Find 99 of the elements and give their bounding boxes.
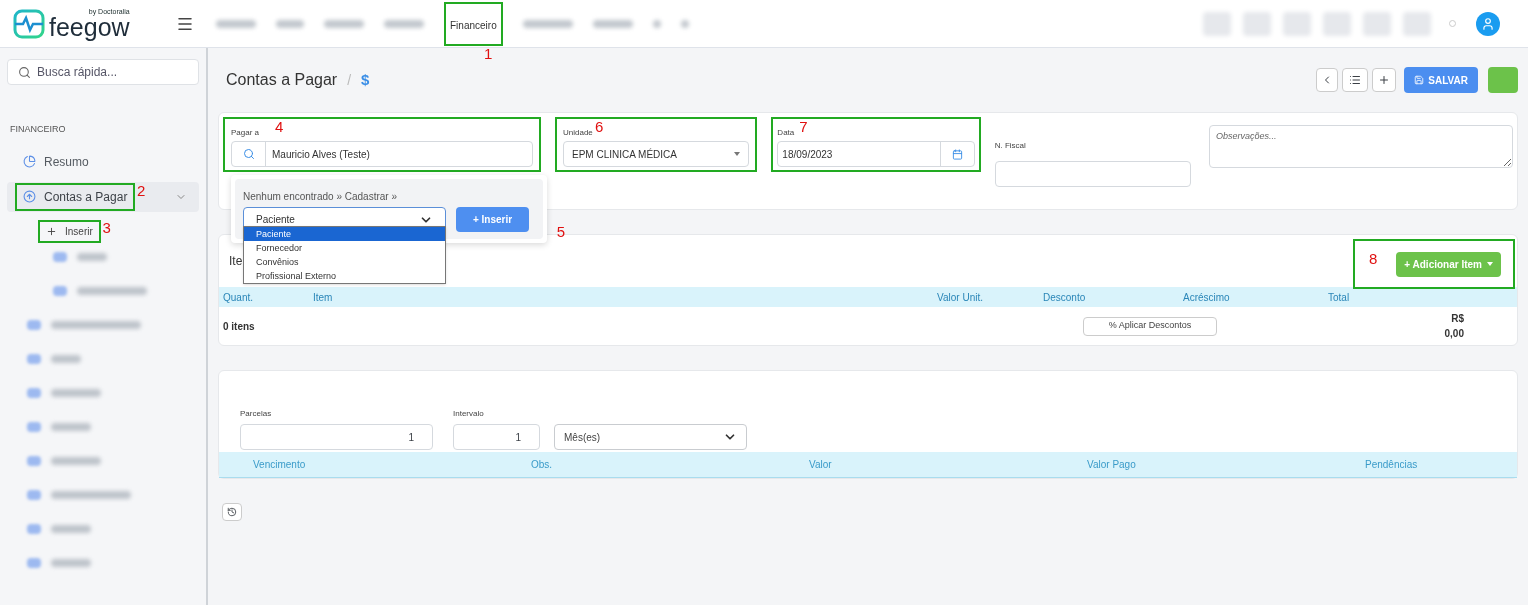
blurred-toolbar-icon[interactable] [1283,11,1311,36]
callout-number: 3 [102,220,111,235]
blurred-icon [53,285,67,296]
blurred-text [680,19,689,28]
notes-field[interactable]: Observações... [1209,125,1513,168]
date-field[interactable]: 18/09/2023 [777,141,975,167]
callout-number: 6 [595,119,604,134]
blurred-icon [27,387,41,398]
blurred-text [51,558,91,567]
upload-icon [23,190,36,203]
blurred-icon [27,557,41,568]
save-icon [1414,75,1425,85]
caret-icon [734,152,741,156]
blurred-text [216,19,256,28]
field-label: Unidade [563,129,594,137]
section-title: FINANCEIRO [10,123,67,136]
blurred-text [652,19,661,28]
column-header: Valor [809,458,833,473]
callout-number: 7 [799,119,808,134]
column-header: Total [1327,291,1351,305]
breadcrumb-separator: / [347,70,352,90]
field-label: N. Fiscal [994,141,1026,150]
dropdown-option[interactable]: Paciente [244,227,445,241]
blurred-icon [27,455,41,466]
calendar-icon [951,148,963,160]
blurred-toolbar-icon[interactable] [1323,11,1351,36]
field-label: Parcelas [240,408,273,421]
blurred-text [51,456,101,465]
total-value: R$ 0,00 [1443,312,1464,341]
sidebar-item[interactable]: Contas a Pagar 2 [7,181,199,212]
search-field[interactable]: Busca rápida... [7,59,199,85]
list-button[interactable] [1342,68,1369,92]
action-button[interactable] [1488,67,1518,93]
unit-select[interactable]: EPM CLINICA MÉDICA [563,141,750,167]
blurred-text [77,252,107,261]
installments-field[interactable]: 1 [240,424,433,451]
blurred-text [522,19,573,28]
dropdown-option[interactable]: Fornecedor [244,241,445,255]
dropdown-option[interactable]: Profissional Externo [244,269,445,283]
search-icon [18,65,31,79]
blurred-toolbar-icon[interactable] [1203,11,1231,36]
history-icon [227,507,237,517]
callout-number: 8 [1369,251,1378,266]
blurred-text [276,19,304,28]
blurred-icon [27,319,41,330]
blurred-text [51,354,81,363]
blurred-toolbar-icon[interactable] [1243,11,1271,36]
search-icon [242,148,255,160]
history-button[interactable] [222,503,242,521]
search-input[interactable]: Busca rápida... [37,63,188,81]
blurred-icon [53,251,67,262]
invoice-number-field[interactable] [994,161,1192,187]
list-icon [1349,74,1362,86]
field-label: Pagar a [231,129,261,137]
blurred-text [384,19,424,28]
plus-icon [1378,74,1391,86]
callout-number: 2 [137,182,146,198]
column-header: Vencimento [253,458,307,473]
callout-number: 5 [556,224,565,239]
blurred-icon [27,489,41,500]
column-header: Valor Pago [1087,458,1137,473]
column-header: Item [313,291,334,305]
column-header: Pendências [1365,458,1419,473]
not-found-message: Nenhum encontrado » Cadastrar » [243,190,398,204]
column-header: Valor Unit. [936,291,983,305]
blurred-text [51,388,101,397]
blurred-icon [27,353,41,364]
chart-icon [23,155,36,168]
caret-icon [1487,262,1493,266]
logo-text: feegow [49,15,130,39]
field-label: Data [777,129,796,137]
callout-number: 1 [484,45,493,61]
sidebar-item[interactable]: Resumo [7,146,199,177]
avatar-icon[interactable] [1476,11,1500,36]
blurred-text [51,524,91,533]
section-title: Ite [229,253,243,270]
interval-field[interactable]: 1 [453,424,540,451]
field-label: Intervalo [453,408,485,421]
interval-unit-select[interactable]: Mês(es) [554,424,747,451]
blurred-text [592,19,633,28]
dropdown-option[interactable]: Convênios [244,255,445,269]
column-header: Desconto [1042,291,1087,305]
column-header: Acréscimo [1182,291,1231,305]
blurred-toolbar-icon[interactable] [1363,11,1391,36]
blurred-text [77,286,147,295]
blurred-text [51,422,91,431]
column-header: Quant. [223,291,255,305]
pay-to-field[interactable]: Mauricio Alves (Teste) [231,141,533,167]
blurred-text [324,19,364,28]
column-header: Obs. [531,458,554,473]
page-title: Contas a Pagar [226,70,338,90]
blurred-icon [27,523,41,534]
blurred-icon [27,421,41,432]
blurred-toolbar-icon[interactable] [1403,11,1431,36]
apply-discounts-button[interactable]: % Aplicar Descontos [1083,316,1217,336]
callout-number: 4 [275,119,284,134]
plus-icon [46,226,57,237]
item-count: 0 itens [223,319,256,334]
logo-icon [13,8,45,39]
